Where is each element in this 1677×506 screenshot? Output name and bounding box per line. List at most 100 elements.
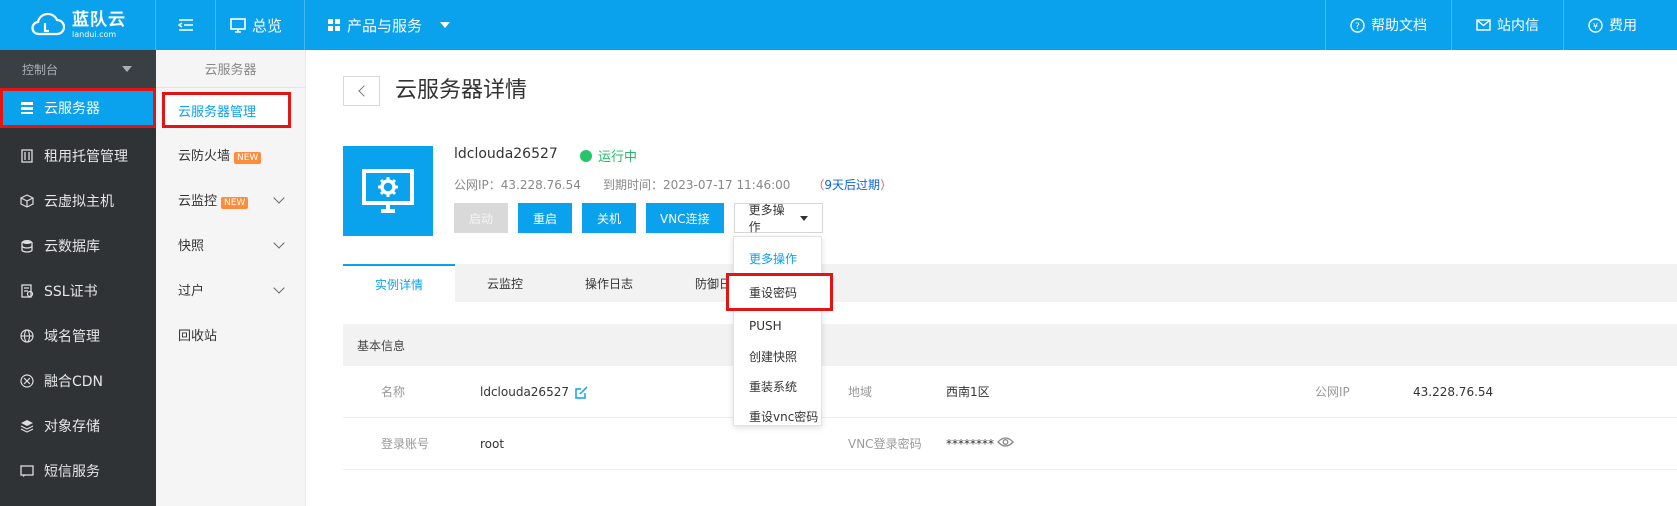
sidebar-item-hosting[interactable]: 租用托管管理 [0,133,156,178]
console-dropdown[interactable]: 控制台 [0,50,156,88]
sidebar-item-sms[interactable]: 短信服务 [0,448,156,493]
chevron-left-icon [357,85,370,97]
messages-label: 站内信 [1497,18,1539,34]
section-title: 基本信息 [343,324,1677,366]
info-row: 名称 ldclouda26527 地域 西南1区 公网IP 43.228.76.… [343,366,1677,418]
top-bar: 蓝队云 landui.com 总览 产品与服务 ? 帮助文档 站内信 ¥ 费用 [0,0,1677,50]
help-label: 帮助文档 [1371,18,1427,34]
globe-icon [20,328,34,343]
brand-name: 蓝队云 [72,9,126,30]
sms-icon [20,464,34,477]
sidebar-item-ssl[interactable]: SSL证书 [0,268,156,313]
region-value: 西南1区 [946,385,990,399]
push-menu-item[interactable]: PUSH [734,311,821,341]
certificate-icon [21,283,34,298]
page-title: 云服务器详情 [395,78,528,103]
subnav-item-label: 云防火墙 [178,149,231,164]
help-docs-link[interactable]: ? 帮助文档 [1325,0,1451,50]
status-text: 运行中 [598,150,638,165]
tab-instance-details[interactable]: 实例详情 [343,264,455,302]
chevron-down-icon [273,236,285,249]
cdn-icon [20,373,34,388]
subnav-title: 云服务器 [156,50,305,88]
subnav-item-transfer[interactable]: 过户 [156,267,305,312]
sub-sidebar: 云服务器 云服务器管理 云防火墙 NEW 云监控 NEW 快照 过户 回收站 [156,50,306,506]
products-nav[interactable]: 产品与服务 [304,0,472,50]
start-button[interactable]: 启动 [454,203,508,233]
tab-operation-log[interactable]: 操作日志 [555,264,663,302]
more-actions-button[interactable]: 更多操作 [733,203,823,234]
reset-vnc-password-menu-item[interactable]: 重设vnc密码 [734,401,821,431]
vnc-password-value: ******** [946,436,994,451]
sidebar-item-cloud-server[interactable]: 云服务器 [0,88,156,128]
tab-monitor[interactable]: 云监控 [455,264,555,302]
subnav-item-snapshot[interactable]: 快照 [156,222,305,267]
expire-time: 2023-07-17 11:46:00 [662,178,791,192]
vnc-password-label: VNC登录密码 [848,437,922,451]
sidebar-item-domain[interactable]: 域名管理 [0,313,156,358]
svg-text:¥: ¥ [1593,22,1598,31]
subnav-item-label: 过户 [178,284,205,299]
fees-link[interactable]: ¥ 费用 [1563,0,1677,50]
shutdown-button[interactable]: 关机 [582,203,636,233]
database-icon [21,239,33,253]
cube-icon [20,193,34,208]
more-actions-dropdown: 更多操作 重设密码 PUSH 创建快照 重装系统 重设vnc密码 [726,236,833,426]
back-button[interactable] [343,76,380,106]
sidebar-item-label: SSL证书 [44,283,98,300]
sidebar-item-label: 域名管理 [44,328,100,345]
sidebar-item-label: 短信服务 [44,463,100,480]
messages-link[interactable]: 站内信 [1451,0,1563,50]
sidebar-item-virtual-host[interactable]: 云虚拟主机 [0,178,156,223]
server-meta: 公网IP：43.228.76.54 到期时间：2023-07-17 11:46:… [454,176,892,193]
expire-note-text: 9天后过期 [824,178,881,192]
caret-down-icon [440,22,451,28]
region-label: 地域 [848,385,873,399]
sidebar-item-cdn[interactable]: 融合CDN [0,358,156,403]
action-buttons: 启动 重启 关机 VNC连接 更多操作 [454,203,823,234]
menu-toggle-button[interactable] [156,0,216,50]
subnav-item-monitor[interactable]: 云监控 NEW [156,177,305,222]
layers-icon [20,419,34,433]
sidebar-item-label: 租用托管管理 [44,148,128,165]
info-row: 登录账号 root VNC登录密码 ******** [343,418,1677,470]
subnav-item-firewall[interactable]: 云防火墙 NEW [156,132,305,177]
monitor-gear-icon [362,169,414,213]
chevron-down-icon [273,191,285,204]
brand-domain: landui.com [72,29,117,39]
expire-note: （9天后过期） [812,178,893,192]
subnav-item-label: 快照 [178,239,205,254]
detail-tabs: 实例详情 云监控 操作日志 防御日 录日志 [343,264,1677,302]
ip-label: 公网IP [1315,385,1350,399]
public-ip-label: 公网IP： [454,178,501,192]
reinstall-system-menu-item[interactable]: 重装系统 [734,371,821,401]
name-label: 名称 [381,385,406,399]
sidebar-item-label: 云虚拟主机 [44,193,114,210]
main-content: 云服务器详情 ldclouda26527 运行中 公网IP：43.228.76.… [306,50,1677,506]
subnav-item-recycle-bin[interactable]: 回收站 [156,312,305,357]
eye-icon[interactable] [997,436,1014,448]
status-dot-icon [580,149,592,162]
vnc-button[interactable]: VNC连接 [646,203,724,233]
status-indicator: 运行中 [580,146,637,165]
sidebar-item-object-storage[interactable]: 对象存储 [0,403,156,448]
reset-password-menu-item[interactable]: 重设密码 [726,273,833,311]
restart-button[interactable]: 重启 [518,203,572,233]
new-badge: NEW [221,197,249,209]
subnav-item-server-management[interactable]: 云服务器管理 [162,92,291,128]
overview-nav[interactable]: 总览 [216,0,304,50]
sidebar-item-label: 融合CDN [44,373,104,390]
edit-icon[interactable] [575,386,588,399]
sidebar-item-database[interactable]: 云数据库 [0,223,156,268]
create-snapshot-menu-item[interactable]: 创建快照 [734,341,821,371]
server-thumbnail [343,146,433,236]
caret-down-icon [799,215,808,221]
subnav-item-label: 云服务器管理 [178,104,257,120]
more-actions-label: 更多操作 [748,203,785,234]
dropdown-header: 更多操作 [749,251,798,266]
mail-icon [1476,19,1491,31]
chevron-down-icon [273,281,285,294]
name-value: ldclouda26527 [480,384,569,399]
brand-logo[interactable]: 蓝队云 landui.com [0,0,156,50]
basic-info: 基本信息 名称 ldclouda26527 地域 西南1区 公网IP 43.22… [343,324,1677,470]
